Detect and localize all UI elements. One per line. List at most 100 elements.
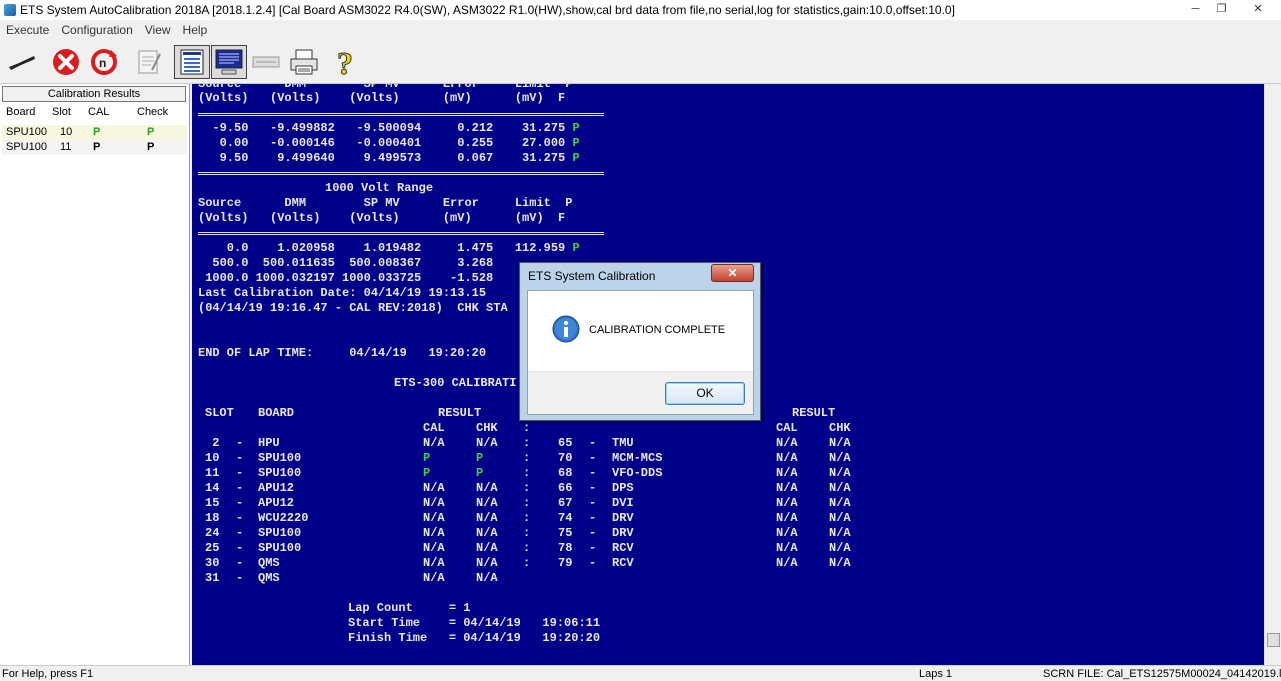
card-icon bbox=[252, 56, 280, 68]
last-calibration-date: Last Calibration Date: 04/14/19 19:13.15 bbox=[198, 286, 487, 300]
card-button[interactable] bbox=[248, 45, 284, 79]
column-board[interactable]: Board bbox=[6, 106, 35, 118]
console-header-line: Source DMM SP MV Error Limit P bbox=[198, 196, 573, 210]
list-view-button[interactable] bbox=[174, 45, 210, 79]
column-slot[interactable]: Slot bbox=[52, 106, 71, 118]
restart-icon: n bbox=[91, 49, 117, 75]
console-data-line: 9.50 9.499640 9.499573 0.067 31.275 P bbox=[198, 151, 580, 166]
summary-chk: N/A bbox=[476, 526, 498, 540]
end-of-lap-time: END OF LAP TIME: 04/14/19 19:20:20 bbox=[198, 346, 487, 360]
monitor-icon bbox=[215, 49, 243, 75]
app-icon bbox=[4, 4, 16, 16]
summary-slot: 79 bbox=[558, 556, 573, 570]
row-dash: - bbox=[589, 451, 597, 465]
console-data-values: -9.50 -9.499882 -9.500094 0.212 31.275 bbox=[198, 121, 573, 135]
summary-cal: N/A bbox=[423, 481, 445, 495]
window-title: ETS System AutoCalibration 2018A [2018.1… bbox=[20, 3, 955, 17]
summary-slot: 2 bbox=[205, 436, 220, 450]
calibration-dialog: ETS System Calibration ✕ CALIBRATION COM… bbox=[519, 262, 761, 421]
restart-button[interactable]: n bbox=[86, 45, 122, 79]
notepad-button[interactable] bbox=[131, 45, 167, 79]
column-divider: : bbox=[523, 526, 531, 540]
pass-flag: P bbox=[572, 121, 580, 135]
summary-cal: N/A bbox=[776, 526, 798, 540]
column-check[interactable]: Check bbox=[137, 106, 168, 118]
console-data-line: 500.0 500.011635 500.008367 3.268 bbox=[198, 256, 515, 271]
summary-slot: 31 bbox=[205, 571, 220, 585]
row-dash: - bbox=[236, 556, 244, 570]
summary-board: DRV bbox=[612, 526, 634, 540]
close-button[interactable]: ✕ bbox=[1238, 0, 1278, 17]
summary-cal: N/A bbox=[423, 556, 445, 570]
col-result-header: RESULT bbox=[438, 406, 482, 420]
summary-chk: N/A bbox=[829, 541, 851, 555]
help-icon: ? bbox=[337, 46, 354, 78]
summary-chk: N/A bbox=[476, 496, 498, 510]
results-row[interactable]: SPU100 11 P P bbox=[2, 140, 187, 155]
summary-cal: N/A bbox=[776, 556, 798, 570]
column-divider: : bbox=[523, 421, 531, 435]
row-dash: - bbox=[236, 571, 244, 585]
summary-board: TMU bbox=[612, 436, 634, 450]
summary-cal: N/A bbox=[423, 526, 445, 540]
row-cal: P bbox=[93, 126, 101, 138]
menu-configuration[interactable]: Configuration bbox=[55, 23, 138, 37]
summary-board: APU12 bbox=[258, 481, 295, 495]
summary-slot: 65 bbox=[558, 436, 573, 450]
column-divider: : bbox=[523, 541, 531, 555]
summary-board: WCU2220 bbox=[258, 511, 309, 525]
print-button[interactable] bbox=[286, 45, 322, 79]
summary-chk: N/A bbox=[829, 436, 851, 450]
menu-execute[interactable]: Execute bbox=[0, 23, 55, 37]
menu-help[interactable]: Help bbox=[177, 23, 214, 37]
console-data-values: 1000.0 1000.032197 1000.033725 -1.528 bbox=[198, 271, 494, 285]
menu-view[interactable]: View bbox=[139, 23, 177, 37]
stop-button[interactable] bbox=[48, 45, 84, 79]
summary-chk: N/A bbox=[829, 556, 851, 570]
summary-board: DVI bbox=[612, 496, 634, 510]
summary-board: SPU100 bbox=[258, 526, 302, 540]
summary-chk: N/A bbox=[476, 511, 498, 525]
summary-board: SPU100 bbox=[258, 451, 302, 465]
summary-cal: P bbox=[423, 451, 431, 465]
monitor-view-button[interactable] bbox=[211, 45, 247, 79]
summary-slot: 68 bbox=[558, 466, 573, 480]
summary-board: SPU100 bbox=[258, 466, 302, 480]
summary-cal: N/A bbox=[776, 481, 798, 495]
printer-icon bbox=[290, 49, 318, 75]
summary-cal: N/A bbox=[776, 451, 798, 465]
summary-slot: 25 bbox=[205, 541, 220, 555]
column-cal[interactable]: CAL bbox=[88, 106, 109, 118]
column-divider: : bbox=[523, 436, 531, 450]
row-dash: - bbox=[589, 541, 597, 555]
summary-board: DRV bbox=[612, 511, 634, 525]
dialog-close-button[interactable]: ✕ bbox=[711, 264, 754, 282]
help-button[interactable]: ? bbox=[329, 45, 365, 79]
summary-cal: N/A bbox=[423, 541, 445, 555]
scrollbar-thumb[interactable] bbox=[1267, 633, 1280, 647]
console-data-values: 0.0 1.020958 1.019482 1.475 112.959 bbox=[198, 241, 573, 255]
summary-chk: N/A bbox=[829, 481, 851, 495]
probe-button[interactable] bbox=[4, 45, 40, 79]
row-dash: - bbox=[589, 436, 597, 450]
column-divider: : bbox=[523, 556, 531, 570]
pass-flag: P bbox=[572, 241, 580, 255]
minimize-button[interactable]: ─ bbox=[1182, 0, 1209, 17]
row-check: P bbox=[147, 126, 155, 138]
vertical-scrollbar[interactable] bbox=[1264, 84, 1281, 665]
summary-chk: N/A bbox=[829, 451, 851, 465]
summary-slot: 75 bbox=[558, 526, 573, 540]
summary-slot: 15 bbox=[205, 496, 220, 510]
summary-title: ETS-300 CALIBRATI bbox=[394, 376, 517, 390]
row-dash: - bbox=[589, 511, 597, 525]
summary-cal: N/A bbox=[776, 511, 798, 525]
info-icon bbox=[552, 315, 580, 343]
summary-slot: 78 bbox=[558, 541, 573, 555]
summary-cal: N/A bbox=[776, 496, 798, 510]
row-dash: - bbox=[236, 496, 244, 510]
console-data-values: 0.00 -0.000146 -0.000401 0.255 27.000 bbox=[198, 136, 573, 150]
maximize-button[interactable]: ❐ bbox=[1208, 0, 1235, 17]
results-row[interactable]: SPU100 10 P P bbox=[2, 125, 187, 140]
ok-button[interactable]: OK bbox=[665, 382, 745, 405]
list-icon bbox=[180, 49, 204, 75]
